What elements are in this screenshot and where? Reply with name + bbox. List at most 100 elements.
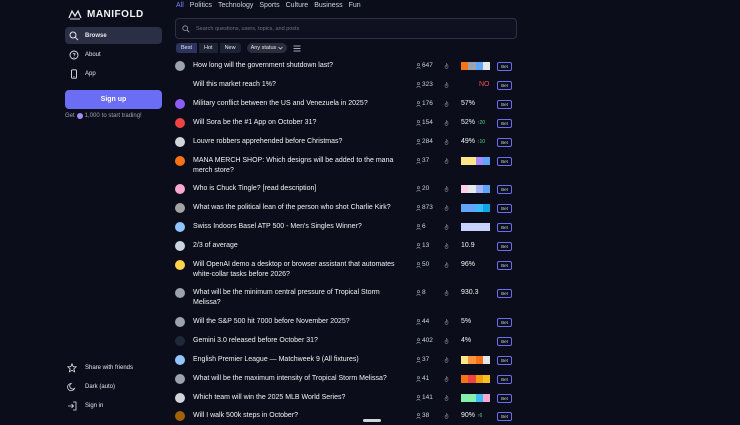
market-row[interactable]: How long will the government shutdown la…	[175, 61, 515, 75]
market-question[interactable]: What will be the maximum intensity of Tr…	[193, 374, 398, 384]
market-question[interactable]: Will OpenAI demo a desktop or browser as…	[193, 260, 398, 280]
market-question[interactable]: Will the S&P 500 hit 7000 before Novembe…	[193, 317, 398, 327]
market-question[interactable]: MANA MERCH SHOP: Which designs will be a…	[193, 156, 398, 176]
bet-button[interactable]: Bet	[497, 337, 512, 346]
market-question[interactable]: 2/3 of average	[193, 241, 398, 251]
probability-change-value: 10	[479, 138, 486, 145]
bet-button[interactable]: Bet	[497, 81, 512, 90]
search-input[interactable]	[196, 25, 496, 32]
sidebar-item-app[interactable]: App	[65, 65, 162, 82]
market-row[interactable]: Louvre robbers apprehended before Christ…	[175, 137, 515, 151]
bet-button[interactable]: Bet	[497, 412, 512, 421]
creator-avatar[interactable]	[175, 222, 185, 232]
creator-avatar[interactable]	[175, 241, 185, 251]
tab-politics[interactable]: Politics	[190, 2, 212, 9]
sidebar-item-about[interactable]: About	[65, 46, 162, 63]
market-row[interactable]: English Premier League — Matchweek 9 (Al…	[175, 355, 515, 369]
market-question[interactable]: Will this market reach 1%?	[193, 80, 398, 90]
bet-button[interactable]: Bet	[497, 375, 512, 384]
creator-avatar[interactable]	[175, 411, 185, 421]
market-question[interactable]: Which team will win the 2025 MLB World S…	[193, 393, 398, 403]
probability-change: ↑6	[477, 412, 483, 419]
creator-avatar[interactable]	[175, 355, 185, 365]
sidebar-item-browse[interactable]: Browse	[65, 27, 162, 44]
market-probability: 52% ↑20	[461, 119, 485, 126]
tab-technology[interactable]: Technology	[218, 2, 253, 9]
creator-avatar[interactable]	[175, 61, 185, 71]
market-row[interactable]: MANA MERCH SHOP: Which designs will be a…	[175, 156, 515, 182]
market-probability: 49% ↑10	[461, 138, 485, 145]
market-question[interactable]: Louvre robbers apprehended before Christ…	[193, 137, 398, 147]
market-question[interactable]: What will be the minimum central pressur…	[193, 288, 398, 308]
creator-avatar[interactable]	[175, 317, 185, 327]
creator-avatar[interactable]	[175, 336, 185, 346]
tab-culture[interactable]: Culture	[286, 2, 309, 9]
share-with-friends-button[interactable]: Share with friends	[67, 362, 133, 374]
market-row[interactable]: What will be the maximum intensity of Tr…	[175, 374, 515, 388]
answer-bar-segment	[461, 394, 469, 402]
bet-button[interactable]: Bet	[497, 289, 512, 298]
market-row[interactable]: Will this market reach 1%? 323 NO Bet	[175, 80, 515, 94]
creator-avatar[interactable]	[175, 374, 185, 384]
market-question[interactable]: Gemini 3.0 released before October 31?	[193, 336, 398, 346]
bet-button[interactable]: Bet	[497, 204, 512, 213]
bet-button[interactable]: Bet	[497, 356, 512, 365]
sign-up-button[interactable]: Sign up	[65, 90, 162, 109]
market-question[interactable]: Who is Chuck Tingle? [read description]	[193, 184, 398, 194]
market-question[interactable]: Swiss Indoors Basel ATP 500 - Men's Sing…	[193, 222, 398, 232]
logo[interactable]: MANIFOLD	[68, 7, 144, 21]
user-icon	[416, 337, 421, 344]
market-row[interactable]: Will the S&P 500 hit 7000 before Novembe…	[175, 317, 515, 331]
sort-best[interactable]: Best	[176, 43, 198, 53]
bet-button[interactable]: Bet	[497, 242, 512, 251]
sort-hot[interactable]: Hot	[199, 43, 218, 53]
market-question[interactable]: Military conflict between the US and Ven…	[193, 99, 398, 109]
sign-in-button[interactable]: Sign in	[67, 400, 103, 412]
market-question[interactable]: How long will the government shutdown la…	[193, 61, 398, 71]
market-question[interactable]: What was the political lean of the perso…	[193, 203, 398, 213]
tab-fun[interactable]: Fun	[349, 2, 361, 9]
creator-avatar[interactable]	[175, 288, 185, 298]
creator-avatar[interactable]	[175, 393, 185, 403]
creator-avatar[interactable]	[175, 99, 185, 109]
bet-button[interactable]: Bet	[497, 138, 512, 147]
market-row[interactable]: What will be the minimum central pressur…	[175, 288, 515, 314]
market-row[interactable]: Will I walk 500k steps in October? 38 90…	[175, 411, 515, 425]
bet-button[interactable]: Bet	[497, 261, 512, 270]
bet-button[interactable]: Bet	[497, 157, 512, 166]
bet-button[interactable]: Bet	[497, 394, 512, 403]
creator-avatar[interactable]	[175, 260, 185, 270]
market-row[interactable]: Will OpenAI demo a desktop or browser as…	[175, 260, 515, 286]
bet-button[interactable]: Bet	[497, 119, 512, 128]
creator-avatar[interactable]	[175, 118, 185, 128]
tab-business[interactable]: Business	[314, 2, 342, 9]
market-row[interactable]: Swiss Indoors Basel ATP 500 - Men's Sing…	[175, 222, 515, 236]
market-row[interactable]: Who is Chuck Tingle? [read description] …	[175, 184, 515, 198]
market-question[interactable]: Will Sora be the #1 App on October 31?	[193, 118, 398, 128]
market-row[interactable]: 2/3 of average 13 10.9 Bet	[175, 241, 515, 255]
market-row[interactable]: Military conflict between the US and Ven…	[175, 99, 515, 113]
market-row[interactable]: Will Sora be the #1 App on October 31? 1…	[175, 118, 515, 132]
bet-button[interactable]: Bet	[497, 223, 512, 232]
tab-all[interactable]: All	[176, 2, 184, 9]
bet-button[interactable]: Bet	[497, 62, 512, 71]
tab-sports[interactable]: Sports	[259, 2, 279, 9]
theme-toggle-button[interactable]: Dark (auto)	[67, 381, 115, 393]
creator-avatar[interactable]	[175, 156, 185, 166]
creator-avatar[interactable]	[175, 203, 185, 213]
bet-button[interactable]: Bet	[497, 185, 512, 194]
manifold-logo-icon	[68, 9, 82, 19]
status-filter-select[interactable]: Any status	[246, 43, 288, 53]
trader-count-value: 37	[422, 157, 430, 164]
creator-avatar[interactable]	[175, 184, 185, 194]
market-row[interactable]: Gemini 3.0 released before October 31? 4…	[175, 336, 515, 350]
scrollbar-thumb[interactable]	[363, 419, 381, 422]
market-question[interactable]: English Premier League — Matchweek 9 (Al…	[193, 355, 398, 365]
market-row[interactable]: Which team will win the 2025 MLB World S…	[175, 393, 515, 407]
bet-button[interactable]: Bet	[497, 318, 512, 327]
bet-button[interactable]: Bet	[497, 100, 512, 109]
sort-new[interactable]: New	[219, 43, 241, 53]
creator-avatar[interactable]	[175, 137, 185, 147]
search-bar	[175, 18, 517, 39]
filter-settings-icon[interactable]	[293, 45, 301, 52]
